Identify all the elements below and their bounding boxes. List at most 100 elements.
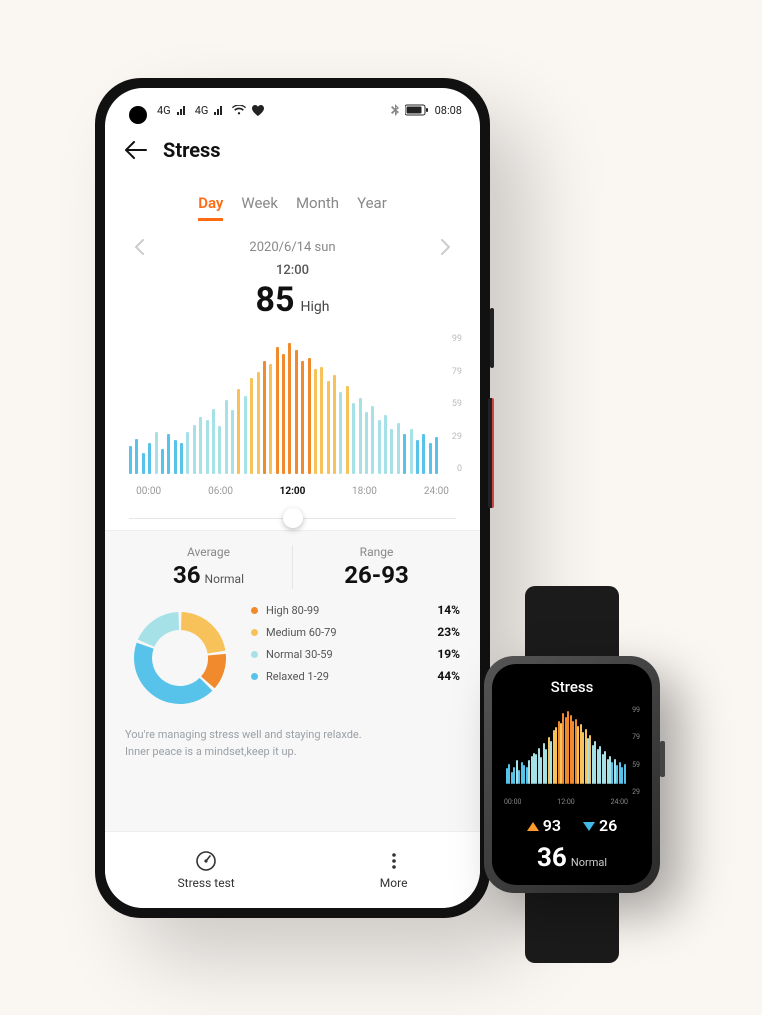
w-x-label: 12:00: [557, 798, 574, 806]
tab-year[interactable]: Year: [357, 194, 387, 221]
gauge-icon: [195, 850, 217, 872]
donut-segment-relaxed: [134, 643, 212, 704]
chart-bar: [263, 361, 266, 474]
tab-week[interactable]: Week: [241, 194, 278, 221]
front-camera-punchhole: [129, 106, 147, 124]
chart-bar: [346, 386, 349, 474]
tab-month[interactable]: Month: [296, 194, 339, 221]
chart-bar: [378, 420, 381, 474]
lte-indicator-1: 4G: [157, 104, 171, 117]
phone-screen: 4G 4G 08:08 Stress Day Week Mo: [105, 88, 480, 908]
watch-body: Stress 99 79 59 29 00:00 12:00 24:00 93 …: [484, 656, 660, 893]
selected-time: 12:00: [276, 263, 309, 278]
status-bar: 4G 4G 08:08: [105, 88, 480, 132]
chart-bars: [129, 334, 438, 474]
chart-bar: [397, 423, 400, 474]
range-tabs: Day Week Month Year: [105, 174, 480, 221]
range-value: 26-93: [344, 561, 409, 589]
watch-min: 26: [583, 816, 617, 835]
chart-bar: [314, 369, 317, 474]
watch-chart-bar: [621, 767, 623, 784]
stress-chart[interactable]: 99 79 59 29 0: [123, 334, 462, 474]
stats-panel: Average 36 Normal Range 26-93: [105, 530, 480, 831]
phone-side-button-bottom: [488, 398, 494, 508]
bluetooth-icon: [391, 104, 399, 116]
chart-bar: [295, 350, 298, 474]
watch-chart-bar: [518, 770, 520, 784]
chart-bar: [429, 443, 432, 474]
watch-x-axis: 00:00 12:00 24:00: [504, 798, 628, 806]
x-label: 24:00: [424, 486, 449, 497]
tip-text: You're managing stress well and staying …: [125, 727, 460, 760]
chart-bar: [390, 429, 393, 474]
tab-day[interactable]: Day: [198, 194, 223, 221]
w-x-label: 24:00: [611, 798, 628, 806]
donut-chart: [125, 603, 235, 713]
watch-minmax-row: 93 26: [502, 816, 642, 835]
watch-chart-bar: [523, 765, 525, 784]
legend-label-normal: Normal 30-59: [266, 648, 429, 661]
lte-indicator-2: 4G: [195, 104, 209, 117]
chart-bar: [339, 392, 342, 474]
signal-icon: [177, 105, 189, 115]
battery-icon: [405, 104, 429, 116]
donut-segment-medium: [181, 612, 225, 653]
x-label: 06:00: [208, 486, 233, 497]
x-label-selected: 12:00: [280, 486, 306, 497]
watch-y-axis: 99 79 59 29: [632, 706, 640, 796]
selected-reading: 12:00 85 High: [105, 263, 480, 320]
slider-knob[interactable]: [283, 508, 303, 528]
legend-dot-relaxed: [251, 673, 258, 680]
legend-label-relaxed: Relaxed 1-29: [266, 670, 429, 683]
watch-chart-bar: [582, 732, 584, 784]
chart-bar: [403, 434, 406, 474]
chart-bar: [218, 426, 221, 474]
legend-row-relaxed: Relaxed 1-29 44%: [251, 669, 460, 683]
w-y-label: 79: [632, 733, 640, 741]
chart-bar: [410, 429, 413, 474]
chart-bar: [359, 398, 362, 474]
chart-bar: [155, 432, 158, 474]
chart-bar: [333, 375, 336, 474]
watch-max: 93: [527, 816, 561, 835]
watch-frame: Stress 99 79 59 29 00:00 12:00 24:00 93 …: [482, 586, 662, 963]
watch-min-value: 26: [599, 816, 617, 835]
more-button[interactable]: More: [380, 850, 408, 890]
average-block: Average 36 Normal: [125, 545, 293, 589]
watch-chart-bar: [604, 751, 606, 784]
w-y-label: 59: [632, 761, 640, 769]
legend-pct-medium: 23%: [437, 625, 460, 639]
chart-bar: [250, 378, 253, 474]
stress-test-label: Stress test: [178, 876, 235, 890]
chart-bar: [244, 396, 247, 474]
chart-bar: [384, 415, 387, 474]
chart-bar: [225, 400, 228, 474]
chart-bar: [186, 432, 189, 474]
watch-strap-top: [525, 586, 619, 656]
back-button[interactable]: [125, 141, 147, 159]
selected-level: High: [301, 299, 330, 315]
w-y-label: 29: [632, 788, 640, 796]
chart-bar: [167, 434, 170, 474]
date-label: 2020/6/14 sun: [249, 240, 335, 255]
time-slider[interactable]: 00:00 06:00 12:00 18:00 24:00: [129, 484, 456, 530]
average-value: 36: [173, 561, 201, 589]
status-time: 08:08: [435, 104, 462, 117]
chart-bar: [231, 410, 234, 474]
chart-bar: [327, 381, 330, 474]
chart-bar: [416, 440, 419, 474]
stress-test-button[interactable]: Stress test: [178, 850, 235, 890]
x-label: 18:00: [352, 486, 377, 497]
date-prev-button[interactable]: [135, 239, 145, 255]
date-next-button[interactable]: [440, 239, 450, 255]
y-label: 59: [452, 399, 462, 409]
legend-row-normal: Normal 30-59 19%: [251, 647, 460, 661]
watch-max-value: 93: [543, 816, 561, 835]
tip-line1: You're managing stress well and staying …: [125, 727, 460, 744]
legend-pct-high: 14%: [437, 603, 460, 617]
chart-bar: [288, 343, 291, 475]
y-label: 79: [452, 367, 462, 377]
average-level: Normal: [205, 572, 244, 586]
average-label: Average: [187, 545, 230, 559]
y-label: 0: [452, 464, 462, 474]
